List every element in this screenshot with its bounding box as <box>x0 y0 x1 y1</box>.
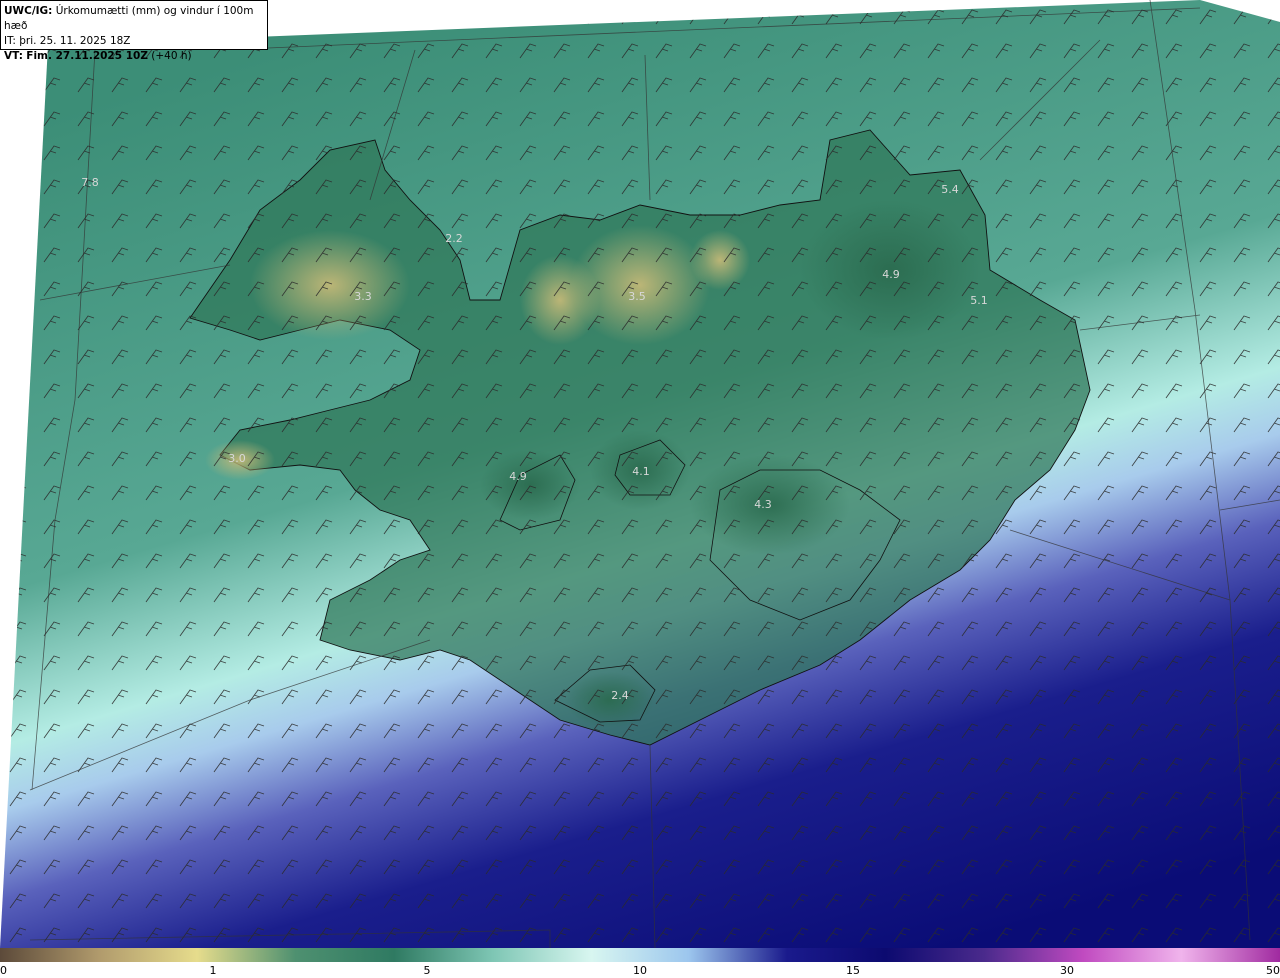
colorbar-tick: 0 <box>0 964 7 977</box>
colorbar-tick: 50 <box>1266 964 1280 977</box>
model-label: UWC/IG: <box>4 5 53 17</box>
init-time: IT: þri. 25. 11. 2025 18Z <box>4 35 131 47</box>
precip-value-label: 2.4 <box>611 689 629 702</box>
precip-value-label: 4.3 <box>754 498 772 511</box>
precip-value-label: 3.3 <box>354 290 372 303</box>
colorbar-tick: 15 <box>846 964 860 977</box>
colorbar-tick: 10 <box>633 964 647 977</box>
colorbar-legend: 0 1 5 10 15 30 50 <box>0 948 1280 978</box>
valid-prefix: VT: <box>4 50 23 62</box>
valid-time: Fim. 27.11.2025 10Z <box>26 50 148 62</box>
colorbar-tick: 5 <box>423 964 431 977</box>
colorbar <box>0 948 1280 962</box>
precip-value-label: 2.2 <box>445 232 463 245</box>
precip-value-label: 3.5 <box>628 290 646 303</box>
map-header: UWC/IG: Úrkomumætti (mm) og vindur í 100… <box>0 0 268 62</box>
colorbar-tick: 30 <box>1060 964 1074 977</box>
precip-value-label: 4.1 <box>632 465 650 478</box>
colorbar-tick: 1 <box>209 964 217 977</box>
precip-value-label: 5.1 <box>970 294 988 307</box>
precip-value-label: 4.9 <box>882 268 900 281</box>
lead-time: (+40 h) <box>151 50 192 62</box>
precip-value-label: 7.8 <box>81 176 99 189</box>
precip-value-label: 4.9 <box>509 470 527 483</box>
forecast-map[interactable]: 7.8 2.2 3.3 3.5 5.4 4.9 5.1 3.0 4.9 4.1 4.3 2.4 <box>0 0 1280 948</box>
precip-value-label: 5.4 <box>941 183 959 196</box>
precip-value-label: 3.0 <box>228 452 246 465</box>
